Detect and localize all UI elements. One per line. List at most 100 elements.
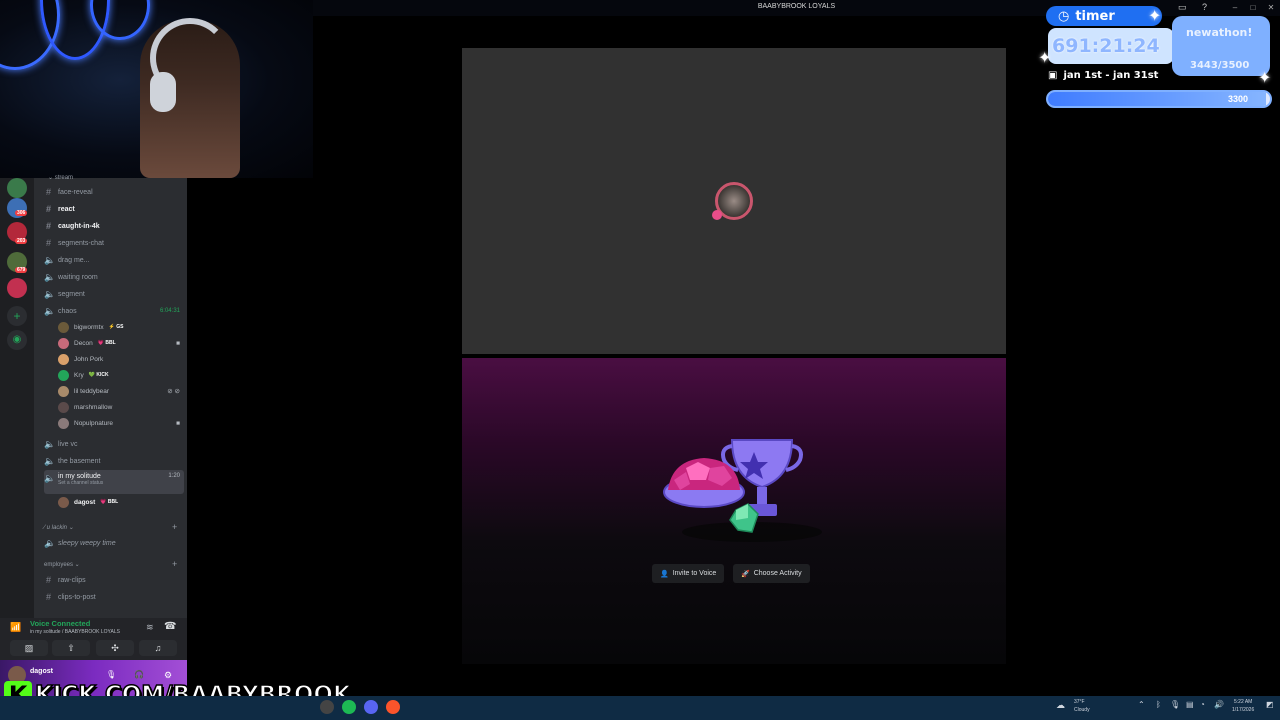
- weather-desc: Cloudy: [1074, 707, 1090, 713]
- channel-status[interactable]: Set a channel status: [58, 480, 163, 486]
- voice-member[interactable]: Decon 💗 BBL ■: [58, 335, 184, 351]
- avatar: [58, 385, 69, 397]
- category-u-lackin[interactable]: ⁄ u lackin ⌄: [44, 524, 74, 531]
- voice-member[interactable]: bigwormtx ⚡ GS: [58, 319, 184, 335]
- noise-suppression-icon[interactable]: ≋: [146, 622, 154, 633]
- app-icon[interactable]: [320, 700, 334, 714]
- speaker-icon: 🔈: [44, 288, 56, 299]
- unread-badge: 306: [15, 210, 28, 216]
- soundboard-button[interactable]: ♫: [139, 640, 177, 656]
- avatar: [58, 353, 69, 365]
- channel-segment[interactable]: 🔈 segment: [44, 286, 184, 302]
- progress-value: 3300: [1227, 94, 1248, 104]
- speaker-icon: 🔈: [44, 271, 56, 282]
- timer-label: ◷ timer: [1046, 6, 1162, 26]
- spotify-icon[interactable]: [342, 700, 356, 714]
- date-range: ▣ jan 1st - jan 31st: [1048, 70, 1159, 81]
- tray-chevron-icon[interactable]: ⌃: [1138, 700, 1145, 709]
- channel-react[interactable]: # react: [44, 201, 184, 217]
- channel-live-vc[interactable]: 🔈 live vc: [44, 436, 184, 452]
- voice-panel: 📶 Voice Connected in my solitude / BAABY…: [0, 618, 187, 660]
- channel-chaos[interactable]: 🔈 chaos 6:04:31: [44, 303, 184, 319]
- screen-share-button[interactable]: ⇧: [52, 640, 90, 656]
- rocket-icon: 🚀: [741, 570, 750, 578]
- timer-value: 691:21:24: [1048, 28, 1174, 64]
- voice-member[interactable]: marshmallow: [58, 399, 184, 415]
- camera-off-button[interactable]: ▨: [10, 640, 48, 656]
- headphones-icon[interactable]: 🎧: [134, 670, 144, 679]
- unread-badge: 203: [15, 238, 28, 244]
- add-channel-icon[interactable]: +: [172, 522, 177, 532]
- speaker-icon: 🔈: [44, 254, 56, 265]
- close-icon[interactable]: ✕: [1262, 1, 1280, 14]
- sparkle-icon: ✦: [1038, 50, 1052, 67]
- speaker-icon: 🔈: [44, 438, 56, 449]
- hashtag-icon: #: [45, 221, 51, 231]
- add-server-icon[interactable]: +: [7, 306, 27, 326]
- weather-icon[interactable]: ☁: [1056, 700, 1065, 711]
- channel-in-my-solitude[interactable]: 🔈 in my solitude Set a channel status 1:…: [44, 470, 184, 494]
- server-icon[interactable]: [7, 278, 27, 298]
- voice-member[interactable]: Nopulpnature ■: [58, 415, 184, 431]
- channel-clips-to-post[interactable]: # clips-to-post: [44, 589, 184, 605]
- bluetooth-icon[interactable]: ᛒ: [1156, 700, 1161, 709]
- activity-illustration-icon: [663, 439, 822, 542]
- voice-member[interactable]: dagost 💗 BBL: [58, 494, 184, 510]
- channel-caught-in-4k[interactable]: # caught-in-4k: [44, 218, 184, 234]
- notification-icon[interactable]: ◩: [1266, 700, 1274, 709]
- speaker-icon: 🔈: [44, 473, 56, 483]
- subathon-box: newathon! 3443/3500: [1172, 16, 1270, 76]
- server-list: 306 203 679 + ◉: [0, 178, 34, 618]
- channel-sleepy-weepy-time[interactable]: 🔈 sleepy weepy time: [44, 535, 184, 551]
- invite-to-voice-button[interactable]: 👤 Invite to Voice: [652, 564, 725, 583]
- channel-the-basement[interactable]: 🔈 the basement: [44, 453, 184, 469]
- channel-face-reveal[interactable]: # face-reveal: [44, 184, 184, 200]
- server-icon[interactable]: [7, 178, 27, 198]
- minimize-icon[interactable]: –: [1226, 1, 1244, 14]
- volume-icon[interactable]: 🔊: [1214, 700, 1224, 709]
- avatar: [58, 321, 69, 333]
- hashtag-icon: #: [45, 592, 51, 602]
- disconnect-icon[interactable]: ☎: [164, 621, 176, 632]
- sparkle-icon: ✦: [1258, 70, 1272, 87]
- signal-icon: 📶: [10, 622, 22, 632]
- voice-member[interactable]: John Pork: [58, 351, 184, 367]
- sparkle-icon: ✦: [1148, 8, 1162, 25]
- channel-raw-clips[interactable]: # raw-clips: [44, 572, 184, 588]
- clock-time[interactable]: 5:22 AM: [1234, 699, 1252, 705]
- hashtag-icon: #: [45, 575, 51, 585]
- weather-temp: 37°F: [1074, 699, 1085, 705]
- muted-icon: ⊘ ⊘: [167, 388, 180, 395]
- mic-icon[interactable]: 🎙: [1170, 700, 1180, 709]
- explore-icon[interactable]: ◉: [7, 330, 27, 350]
- category-employees[interactable]: employees ⌄: [44, 561, 80, 568]
- avatar: [58, 401, 69, 413]
- avatar: [58, 496, 69, 508]
- add-channel-icon[interactable]: +: [172, 559, 177, 569]
- wifi-icon[interactable]: ◔: [1200, 700, 1205, 709]
- voice-location[interactable]: in my solitude / BAABYBROOK LOYALS: [30, 629, 120, 635]
- brave-icon[interactable]: [386, 700, 400, 714]
- channel-waiting-room[interactable]: 🔈 waiting room: [44, 269, 184, 285]
- clock-date[interactable]: 1/17/2026: [1232, 707, 1254, 713]
- category-stream[interactable]: ⌄ stream: [48, 174, 73, 181]
- hashtag-icon: #: [45, 204, 51, 214]
- network-icon[interactable]: ▤: [1186, 700, 1194, 709]
- channel-drag-me[interactable]: 🔈 drag me...: [44, 252, 184, 268]
- discord-icon[interactable]: [364, 700, 378, 714]
- voice-timer: 1:20: [168, 473, 180, 479]
- help-icon[interactable]: ?: [1202, 2, 1207, 12]
- voice-member[interactable]: Kry 💚 KICK: [58, 367, 184, 383]
- voice-status[interactable]: Voice Connected: [30, 619, 90, 628]
- maximize-icon[interactable]: □: [1244, 1, 1262, 14]
- add-user-icon: 👤: [660, 570, 669, 578]
- window-icon[interactable]: ▭: [1178, 2, 1187, 13]
- activities-button[interactable]: ✣: [96, 640, 134, 656]
- channel-segments-chat[interactable]: # segments-chat: [44, 235, 184, 251]
- camera-icon: ■: [176, 419, 180, 427]
- voice-member[interactable]: lil teddybear ⊘ ⊘: [58, 383, 184, 399]
- webcam-feed: [0, 0, 313, 178]
- choose-activity-button[interactable]: 🚀 Choose Activity: [733, 564, 810, 583]
- clock-icon: ◷: [1058, 8, 1070, 24]
- microphone-icon[interactable]: 🎙: [106, 670, 116, 679]
